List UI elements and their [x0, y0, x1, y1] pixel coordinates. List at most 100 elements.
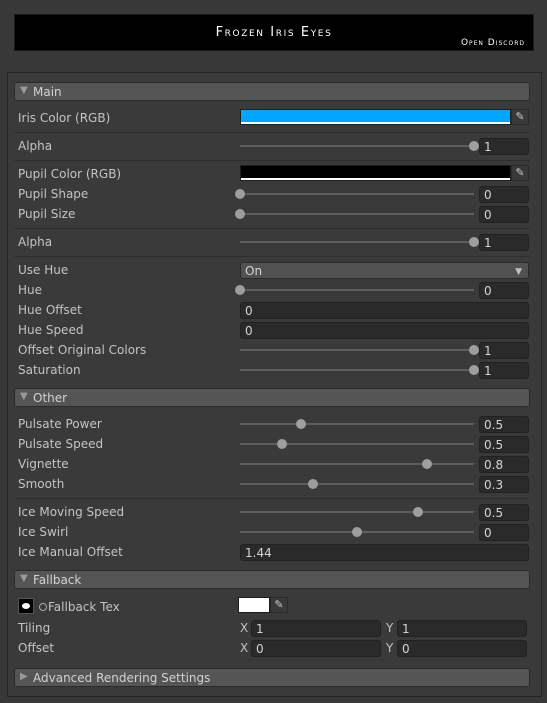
iris-color-label: Iris Color (RGB): [18, 111, 111, 125]
smooth-slider-track[interactable]: [240, 483, 474, 485]
eyedropper-icon[interactable]: ✎: [511, 109, 529, 125]
ice-swirl-field[interactable]: 0: [479, 524, 529, 541]
alpha-slider-thumb[interactable]: [469, 141, 479, 151]
pupil-shape-slider-track[interactable]: [240, 193, 474, 195]
hue-label: Hue: [18, 283, 43, 297]
eyedropper-icon[interactable]: ✎: [270, 597, 288, 613]
ice-moving-speed-slider-track[interactable]: [240, 511, 474, 513]
section-main-label: Main: [33, 85, 62, 99]
vignette-slider-track[interactable]: [240, 463, 474, 465]
pulsate-power-slider-track[interactable]: [240, 423, 474, 425]
hue-offset-field[interactable]: 0: [240, 302, 529, 319]
saturation-slider-thumb[interactable]: [469, 365, 479, 375]
section-fallback-header[interactable]: ▼ Fallback: [14, 570, 530, 589]
ice-manual-offset-label: Ice Manual Offset: [18, 545, 123, 559]
pupil-color-swatch[interactable]: [240, 165, 511, 181]
alpha-label: Alpha: [18, 139, 53, 153]
pupil-shape-label: Pupil Shape: [18, 187, 89, 201]
ice-moving-speed-slider-thumb[interactable]: [412, 507, 423, 517]
alpha-field[interactable]: 1: [479, 234, 529, 251]
pulsate-speed-field[interactable]: 0.5: [479, 436, 529, 453]
tiling-label: Tiling: [18, 621, 51, 635]
section-other-header[interactable]: ▼ Other: [14, 388, 530, 407]
open-discord-link[interactable]: Open Discord: [461, 38, 525, 48]
triangle-down-icon: ▼: [20, 573, 28, 584]
section-main-header[interactable]: ▼ Main: [14, 82, 530, 101]
saturation-field[interactable]: 1: [479, 362, 529, 379]
hue-speed-label: Hue Speed: [18, 323, 84, 337]
alpha-label: Alpha: [18, 235, 53, 249]
hue-slider-track[interactable]: [240, 289, 474, 291]
iris-color-swatch[interactable]: [240, 109, 511, 125]
pulsate-power-slider-thumb[interactable]: [295, 419, 306, 429]
offset-original-colors-label: Offset Original Colors: [18, 343, 147, 357]
banner-title: Frozen Iris Eyes: [215, 25, 333, 40]
triangle-down-icon: ▼: [20, 391, 28, 402]
alpha-slider-thumb[interactable]: [469, 237, 479, 247]
pupil-color-label: Pupil Color (RGB): [18, 167, 122, 181]
triangle-right-icon: ▶: [20, 671, 28, 682]
pupil-size-slider-track[interactable]: [240, 213, 474, 215]
hue-slider-thumb[interactable]: [235, 285, 245, 295]
hue-speed-field[interactable]: 0: [240, 322, 529, 339]
section-other-label: Other: [33, 391, 68, 405]
title-banner: Frozen Iris Eyes Open Discord: [14, 14, 534, 51]
pulsate-speed-slider-track[interactable]: [240, 443, 474, 445]
alpha-field[interactable]: 1: [479, 138, 529, 155]
ice-swirl-label: Ice Swirl: [18, 525, 69, 539]
pulsate-power-field[interactable]: 0.5: [479, 416, 529, 433]
fallback-tex-label: Fallback Tex: [48, 600, 120, 614]
divider: [14, 228, 530, 229]
texture-thumbnail-icon[interactable]: [18, 598, 34, 614]
tiling-y-field[interactable]: 1: [397, 620, 527, 637]
chevron-down-icon: ▼: [515, 267, 522, 277]
offset-y-label: Y: [386, 641, 394, 655]
pupil-size-slider-thumb[interactable]: [235, 209, 245, 219]
vignette-field[interactable]: 0.8: [479, 456, 529, 473]
offset-original-colors-slider-thumb[interactable]: [469, 345, 479, 355]
pulsate-power-label: Pulsate Power: [18, 417, 102, 431]
offset-original-colors-slider-track[interactable]: [240, 349, 474, 351]
offset-original-colors-field[interactable]: 1: [479, 342, 529, 359]
offset-x-label: X: [240, 641, 249, 655]
ice-manual-offset-field[interactable]: 1.44: [240, 544, 529, 561]
triangle-down-icon: ▼: [20, 85, 28, 96]
pulsate-speed-label: Pulsate Speed: [18, 437, 104, 451]
section-advanced-header[interactable]: ▶ Advanced Rendering Settings: [14, 668, 530, 687]
hue-field[interactable]: 0: [479, 282, 529, 299]
offset-y-field[interactable]: 0: [397, 640, 527, 657]
alpha-slider-track[interactable]: [240, 145, 474, 147]
vignette-label: Vignette: [18, 457, 69, 471]
saturation-label: Saturation: [18, 363, 81, 377]
use-hue-value: On: [245, 264, 263, 278]
alpha-slider-track[interactable]: [240, 241, 474, 243]
ice-moving-speed-label: Ice Moving Speed: [18, 505, 125, 519]
smooth-label: Smooth: [18, 477, 65, 491]
tiling-x-label: X: [240, 621, 249, 635]
pupil-size-field[interactable]: 0: [479, 206, 529, 223]
divider: [14, 160, 530, 161]
smooth-field[interactable]: 0.3: [479, 476, 529, 493]
divider: [14, 498, 530, 499]
eyedropper-icon[interactable]: ✎: [511, 165, 529, 181]
tiling-y-label: Y: [386, 621, 394, 635]
pupil-shape-field[interactable]: 0: [479, 186, 529, 203]
section-fallback-label: Fallback: [33, 573, 82, 587]
divider: [14, 132, 530, 133]
divider: [14, 256, 530, 257]
use-hue-label: Use Hue: [18, 263, 69, 277]
tiling-x-field[interactable]: 1: [251, 620, 381, 637]
smooth-slider-thumb[interactable]: [307, 479, 318, 489]
pupil-shape-slider-thumb[interactable]: [235, 189, 245, 199]
ice-moving-speed-field[interactable]: 0.5: [479, 504, 529, 521]
use-hue-dropdown[interactable]: On ▼: [240, 262, 529, 279]
offset-label: Offset: [18, 641, 55, 655]
section-advanced-label: Advanced Rendering Settings: [33, 671, 211, 685]
saturation-slider-track[interactable]: [240, 369, 474, 371]
hue-offset-label: Hue Offset: [18, 303, 82, 317]
pupil-size-label: Pupil Size: [18, 207, 76, 221]
offset-x-field[interactable]: 0: [251, 640, 381, 657]
fallback-color-swatch[interactable]: [238, 597, 270, 613]
ice-swirl-slider-thumb[interactable]: [352, 527, 362, 537]
property-dot-icon: [39, 603, 47, 611]
